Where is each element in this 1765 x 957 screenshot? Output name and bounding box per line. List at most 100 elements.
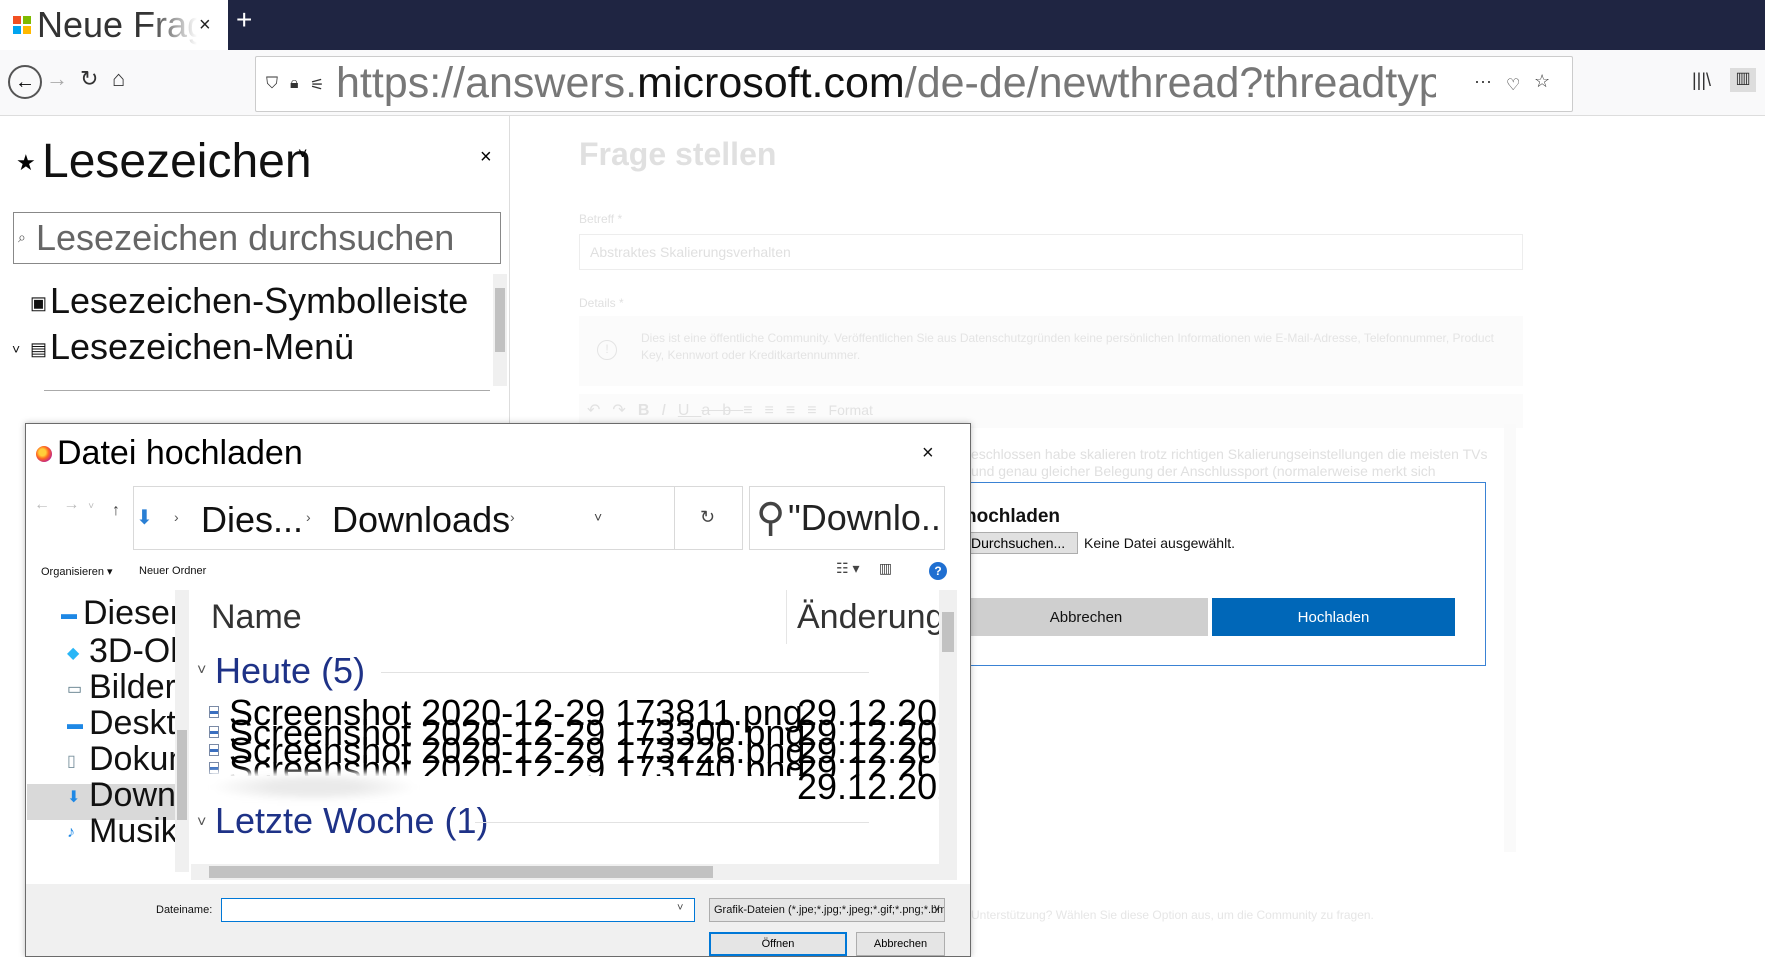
new-tab-icon[interactable]: + xyxy=(236,4,252,36)
organize-button[interactable]: Organisieren ▾ xyxy=(41,565,113,578)
pictures-icon: ▭ xyxy=(67,681,83,699)
tree-item-desktop[interactable]: ▬Desktop xyxy=(67,704,175,743)
column-divider[interactable] xyxy=(786,590,787,644)
bold-icon[interactable]: B xyxy=(638,402,662,419)
group-heading-last-week[interactable]: Letzte Woche (1) xyxy=(215,800,488,842)
subject-input[interactable]: Abstraktes Skalierungsverhalten xyxy=(579,234,1523,270)
lock-icon[interactable]: 🔒︎ xyxy=(290,75,299,93)
back-icon[interactable]: ← xyxy=(8,65,42,99)
bookmark-search-box[interactable]: ⌕ xyxy=(13,212,501,264)
download-icon: ⬇ xyxy=(67,789,81,807)
filename-input[interactable] xyxy=(221,898,695,922)
search-icon: ⚲ xyxy=(756,496,786,540)
filetype-select[interactable]: Grafik-Dateien (*.jpe;*.jpg;*.jpeg;*.gif… xyxy=(709,898,945,922)
strikethrough-icon[interactable]: ab xyxy=(701,402,743,419)
close-icon[interactable]: × xyxy=(480,146,492,169)
breadcrumb-chevron-icon[interactable]: › xyxy=(510,509,515,525)
reload-icon[interactable]: ↻ xyxy=(80,66,98,92)
url-text[interactable]: https://answers.microsoft.com/de-de/newt… xyxy=(336,59,1436,108)
chevron-down-icon[interactable]: ˅ xyxy=(12,341,30,357)
dialog-search-box[interactable]: ⚲ xyxy=(749,486,945,550)
chevron-down-icon[interactable]: ˅ xyxy=(298,146,307,164)
breadcrumb-this-pc[interactable]: Dies... xyxy=(201,499,303,541)
browser-tab[interactable]: Neue Frage × xyxy=(0,0,228,50)
tree-item-pictures[interactable]: ▭ Bilder xyxy=(67,668,175,707)
tree-item-music[interactable]: ♪ Musik xyxy=(67,812,175,851)
browse-button[interactable]: Durchsuchen... xyxy=(966,532,1078,554)
undo-icon[interactable]: ↶ xyxy=(587,402,612,419)
forward-icon[interactable]: → xyxy=(46,66,68,92)
page-title: Frage stellen xyxy=(579,136,777,172)
scrollbar-thumb[interactable] xyxy=(942,612,954,652)
details-label: Details * xyxy=(579,296,624,310)
file-row-redacted[interactable]: 29.12.2020 xyxy=(209,766,939,807)
breadcrumb-chevron-icon[interactable]: › xyxy=(174,509,179,525)
new-folder-button[interactable]: Neuer Ordner xyxy=(139,565,206,577)
chevron-down-icon[interactable]: ˅ xyxy=(197,814,206,832)
tab-close-icon[interactable]: × xyxy=(199,14,211,37)
tree-item-3d-objects[interactable]: ◆3D-Objekte xyxy=(67,632,175,671)
tab-title: Neue Frage xyxy=(37,4,197,45)
italic-icon[interactable]: I xyxy=(661,402,677,419)
redo-icon[interactable]: ↷ xyxy=(612,402,637,419)
scrollbar-thumb[interactable] xyxy=(177,730,187,820)
cancel-button[interactable]: Abbrechen xyxy=(856,932,945,956)
pocket-icon[interactable]: ♡ xyxy=(1506,75,1520,95)
tree-item-documents[interactable]: ▯Dokumente xyxy=(67,740,175,779)
sidebar-item-bookmarks-menu[interactable]: ˅ ▤Lesezeichen-Menü xyxy=(12,326,354,368)
sidebar-scrollbar[interactable] xyxy=(493,274,507,386)
shield-icon[interactable]: ⛉ xyxy=(266,75,278,93)
url-bar[interactable]: ⛉ 🔒︎ ⚟ https://answers.microsoft.com/de-… xyxy=(255,56,1573,112)
help-icon[interactable]: ? xyxy=(929,562,947,580)
tree-item-this-pc[interactable]: ▬Dieser PC xyxy=(61,594,175,633)
browser-titlebar: Neue Frage × + xyxy=(0,0,1765,50)
permissions-icon[interactable]: ⚟ xyxy=(310,75,324,95)
chevron-down-icon: ˅ xyxy=(933,903,940,915)
upload-modal-title: hochladen xyxy=(965,506,1061,527)
sidebar-toggle-icon[interactable]: ▥ xyxy=(1730,68,1756,92)
filename-dropdown-icon[interactable]: ˅ xyxy=(677,902,683,914)
forward-icon[interactable]: → xyxy=(63,496,79,513)
star-icon: ★ xyxy=(16,150,36,175)
address-dropdown-icon[interactable]: ˅ xyxy=(594,509,602,525)
address-bar[interactable]: ⬇ › Dies... › Downloads › ˅ ↻ xyxy=(133,486,743,550)
home-icon[interactable]: ⌂ xyxy=(112,66,125,92)
file-list-vertical-scrollbar[interactable] xyxy=(939,590,957,864)
breadcrumb-chevron-icon[interactable]: › xyxy=(306,509,311,525)
library-icon[interactable]: |||\ xyxy=(1692,70,1711,91)
scrollbar-thumb[interactable] xyxy=(209,866,713,878)
up-icon[interactable]: ↑ xyxy=(112,502,120,520)
view-options-icon[interactable]: ☷ ▾ ▥ xyxy=(836,560,892,577)
bookmark-search-input[interactable] xyxy=(36,217,486,259)
chevron-down-icon[interactable]: ˅ xyxy=(197,662,206,680)
underline-icon[interactable]: U xyxy=(678,402,702,419)
format-dropdown[interactable]: Format xyxy=(829,402,873,418)
group-heading-today[interactable]: Heute (5) xyxy=(215,650,365,692)
bookmark-star-icon[interactable]: ☆ xyxy=(1534,71,1550,92)
back-icon[interactable]: ← xyxy=(34,496,50,513)
dialog-search-input[interactable] xyxy=(788,497,944,539)
tree-scrollbar[interactable] xyxy=(175,590,189,872)
align-icon[interactable]: ≡≡≡≡ xyxy=(743,402,828,419)
tree-item-downloads[interactable]: ⬇Downloads xyxy=(67,776,175,815)
recent-dropdown-icon[interactable]: ˅ xyxy=(88,501,94,512)
file-list-horizontal-scrollbar[interactable] xyxy=(191,864,957,880)
upload-submit-button[interactable]: Hochladen xyxy=(1212,598,1455,636)
scrollbar-thumb[interactable] xyxy=(495,288,505,352)
open-button[interactable]: Öffnen xyxy=(709,932,847,956)
sidebar-title[interactable]: Lesezeichen xyxy=(42,134,312,189)
close-icon[interactable]: × xyxy=(922,442,934,465)
page-actions-icon[interactable]: ··· xyxy=(1474,71,1492,92)
page-scrollbar[interactable] xyxy=(1504,424,1516,852)
filename-label: Dateiname: xyxy=(156,904,213,916)
sidebar-separator xyxy=(44,390,490,391)
toolbar-folder-icon: ▣ xyxy=(30,292,48,313)
column-header-date[interactable]: Änderungsdatum xyxy=(797,598,939,637)
sidebar-item-bookmarks-toolbar[interactable]: ▣Lesezeichen-Symbolleiste xyxy=(30,280,468,322)
column-header-name[interactable]: Name xyxy=(211,598,302,637)
upload-cancel-button[interactable]: Abbrechen xyxy=(964,598,1208,636)
cube-icon: ◆ xyxy=(67,645,80,663)
breadcrumb-downloads[interactable]: Downloads xyxy=(332,499,510,541)
refresh-icon[interactable]: ↻ xyxy=(700,507,715,528)
editor-text: eschlossen habe skalieren trotz richtige… xyxy=(971,446,1488,479)
